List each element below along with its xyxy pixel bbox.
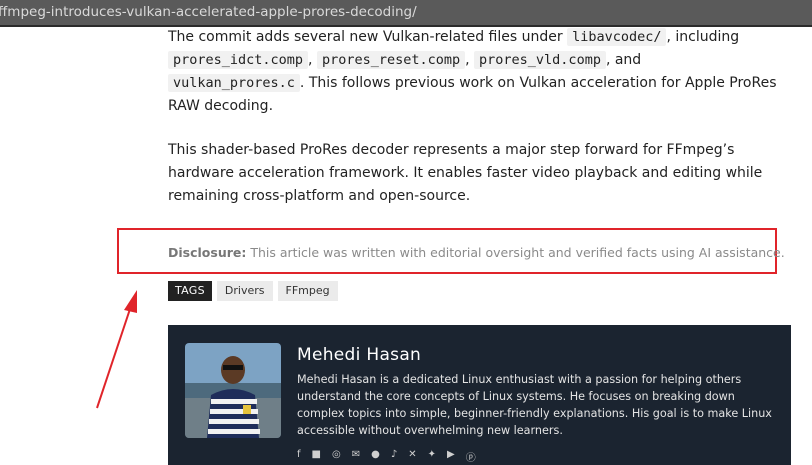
arrow-head [124,290,137,313]
annotation-arrow [96,290,137,409]
link-preview-bar: ffmpeg-introduces-vulkan-accelerated-app… [0,0,812,27]
arrow-shaft [96,299,134,409]
link-preview-url: ffmpeg-introduces-vulkan-accelerated-app… [0,4,417,20]
